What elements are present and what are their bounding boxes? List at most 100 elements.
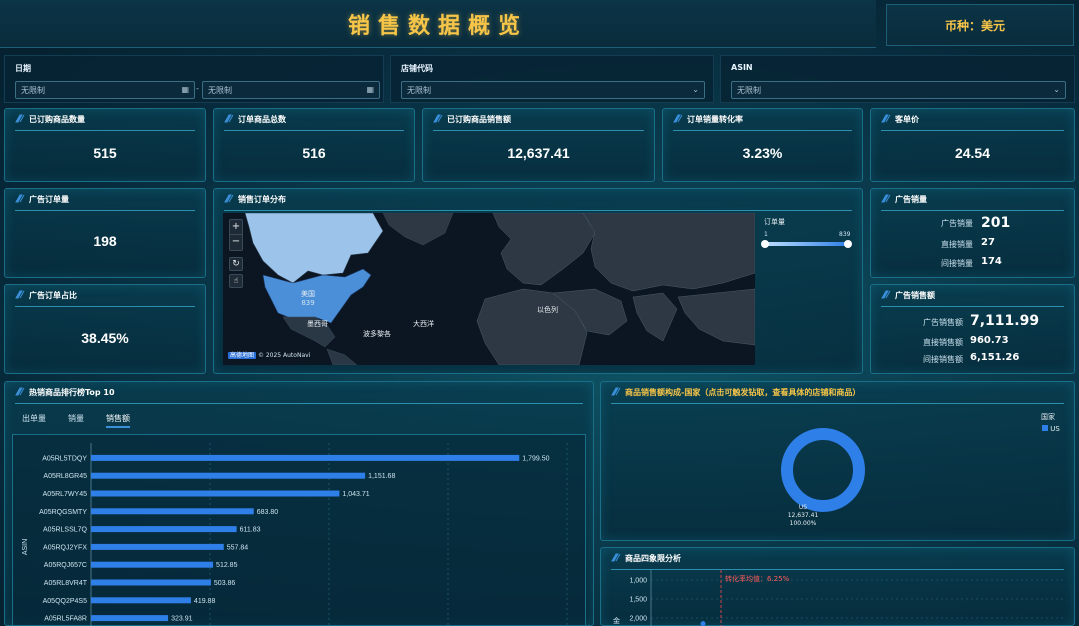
- kpi-card-ordered-sales: 已订购商品销售额 12,637.41: [422, 108, 655, 182]
- kpi-value: 12,637.41: [507, 145, 570, 161]
- map-legend-title: 订单量: [764, 218, 785, 226]
- kpi-card-order-items: 订单商品总数 516: [213, 108, 415, 182]
- tab-sales[interactable]: 销售额: [106, 413, 130, 428]
- map-legend-gradient: [764, 242, 848, 246]
- pie-slice-label: US 12,637.41 100.00%: [773, 504, 833, 528]
- conversion-avg-label: 转化率均值：6.25%: [725, 575, 790, 583]
- map-label-atlantic: 大西洋: [413, 320, 434, 328]
- pie-slice-name: US: [798, 504, 808, 511]
- world-map[interactable]: 美国 839 墨西哥 波多黎各 大西洋 以色列 + − ↻ ☝ 高德地图 © 2…: [223, 213, 755, 365]
- metric-value: 174: [981, 256, 1002, 267]
- metric-value: 7,111.99: [970, 313, 1040, 329]
- kpi-value: 515: [93, 145, 117, 161]
- top10-bar-chart: A05RL5TDQY 1,799.50 A05RL8GR45 1,151.68 A05R…: [22, 443, 568, 626]
- zoom-out-button[interactable]: −: [230, 235, 242, 250]
- map-label-usa: 美国 839: [301, 289, 315, 307]
- title-marker-icon: [224, 114, 234, 123]
- store-select-value: 无限制: [407, 86, 431, 95]
- pie-slice-percent: 100.00%: [789, 520, 817, 527]
- bar: [91, 526, 237, 533]
- sales-map-panel: 销售订单分布 美国 839 墨西哥 波多黎各 大西洋 以色列 + − ↻ ☝ 高…: [213, 188, 863, 374]
- legend-slider-min-handle[interactable]: [761, 240, 769, 248]
- map-title: 销售订单分布: [238, 195, 286, 204]
- panel-title: 商品四象限分析: [625, 554, 681, 563]
- title-marker-icon: [881, 290, 891, 299]
- legend-item-label: US: [1050, 425, 1060, 433]
- asia-region: [582, 213, 755, 292]
- bar-value-label: 1,043.71: [342, 491, 369, 498]
- ad-sales-amount-panel: 广告销售额 广告销售额 7,111.99 直接销售额 960.73 间接销售额 …: [870, 284, 1075, 374]
- map-legend-min: 1: [764, 231, 768, 238]
- zoom-in-button[interactable]: +: [230, 220, 242, 235]
- store-select[interactable]: 无限制 ⌄: [401, 81, 705, 99]
- bar: [91, 597, 191, 604]
- pie-slice: [781, 428, 865, 512]
- panel-title: 广告销售额: [895, 291, 935, 300]
- country-sales-panel: 商品销售额构成-国家（点击可触发钻取，查看具体的店铺和商品） 国家 US US …: [600, 381, 1075, 541]
- map-pointer-button[interactable]: ☝: [229, 274, 243, 288]
- bar: [91, 615, 169, 622]
- map-zoom-controls: + −: [229, 219, 243, 251]
- bar: [91, 561, 214, 568]
- top10-chart-area: A05RL5TDQY 1,799.50 A05RL8GR45 1,151.68 A05R…: [12, 434, 586, 626]
- y-tick-label: 1,500: [629, 597, 647, 604]
- y-axis-title: ASIN: [22, 539, 29, 555]
- kpi-card-ad-order-ratio: 广告订单占比 38.45%: [4, 284, 206, 374]
- date-end-value: 无限制: [208, 86, 232, 95]
- chevron-down-icon: ⌄: [1053, 85, 1060, 94]
- legend-slider-max-handle[interactable]: [844, 240, 852, 248]
- y-tick-label: 1,000: [629, 578, 647, 585]
- asin-select-value: 无限制: [737, 86, 761, 95]
- calendar-icon: ▦: [366, 85, 374, 94]
- bar-value-label: 323.91: [171, 616, 193, 623]
- dashboard-header: 销售数据概览: [0, 0, 876, 48]
- kpi-card-conversion-rate: 订单销量转化率 3.23%: [662, 108, 863, 182]
- metric-value: 201: [981, 215, 1011, 231]
- us-country-name: 美国: [301, 290, 315, 298]
- kpi-value: 516: [302, 145, 326, 161]
- bar: [91, 472, 366, 479]
- bar: [91, 508, 254, 515]
- tab-order-count[interactable]: 出单量: [22, 413, 46, 424]
- metric-label: 间接销售额: [923, 355, 963, 364]
- title-marker-icon: [673, 114, 683, 123]
- date-start-input[interactable]: 无限制 ▦: [15, 81, 195, 99]
- map-label-israel: 以色列: [537, 306, 558, 314]
- asin-select[interactable]: 无限制 ⌄: [731, 81, 1066, 99]
- kpi-card-ad-orders: 广告订单量 198: [4, 188, 206, 278]
- quadrant-panel: 商品四象限分析 2,000 1,500 1,000 转化率均值：6.25% 金: [600, 547, 1075, 626]
- bar: [91, 579, 211, 586]
- kpi-value: 3.23%: [742, 145, 783, 161]
- kpi-label: 订单商品总数: [238, 115, 286, 124]
- panel-title: 热销商品排行榜Top 10: [29, 388, 115, 397]
- bar-category-label: A05RL5TDQY: [42, 455, 87, 462]
- bar-value-label: 557.84: [227, 544, 249, 551]
- tab-units[interactable]: 销量: [68, 413, 84, 424]
- ad-sales-qty-panel: 广告销量 广告销量 201 直接销量 27 间接销量 174: [870, 188, 1075, 278]
- y-tick-label: 2,000: [629, 616, 647, 623]
- title-marker-icon: [881, 194, 891, 203]
- date-start-value: 无限制: [21, 86, 45, 95]
- bar-category-label: A05RL8GR45: [43, 473, 87, 480]
- asin-filter: ASIN 无限制 ⌄: [720, 55, 1075, 103]
- legend-swatch: [1042, 425, 1048, 431]
- calendar-icon: ▦: [181, 85, 189, 94]
- kpi-label: 客单价: [895, 115, 919, 124]
- bar-category-label: A05QQ2P4S5: [43, 598, 87, 605]
- bar-value-label: 512.85: [216, 562, 238, 569]
- chevron-down-icon: ⌄: [692, 85, 699, 94]
- pie-slice-value: 12,637.41: [787, 512, 819, 519]
- date-end-input[interactable]: 无限制 ▦: [202, 81, 380, 99]
- metric-label: 广告销量: [941, 219, 973, 228]
- kpi-label: 广告订单量: [29, 195, 69, 204]
- pie-legend-item-us[interactable]: US: [1042, 425, 1060, 433]
- bar: [91, 543, 224, 550]
- date-separator: -: [196, 84, 199, 93]
- currency-label: 币种：美元: [945, 19, 1006, 33]
- bar-category-label: A05RQGSMTY: [39, 509, 87, 516]
- amap-logo: 高德地图: [228, 352, 257, 359]
- bar: [91, 490, 340, 497]
- kpi-label: 已订购商品销售额: [447, 115, 511, 124]
- map-reset-button[interactable]: ↻: [229, 257, 243, 271]
- metric-value: 960.73: [970, 335, 1009, 346]
